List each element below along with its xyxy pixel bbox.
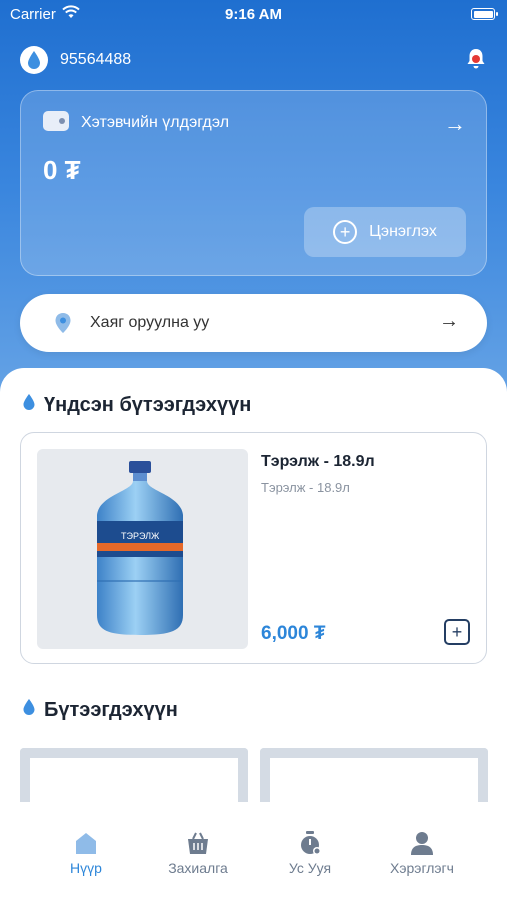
wallet-balance: 0 ₮ xyxy=(43,155,81,185)
product-image: ТЭРЭЛЖ xyxy=(37,449,248,649)
wallet-title: Хэтэвчийн үлдэгдэл xyxy=(81,114,230,131)
add-to-cart-button[interactable]: + xyxy=(444,619,470,645)
location-pin-icon xyxy=(52,311,74,340)
product-card-placeholder[interactable] xyxy=(260,748,488,808)
notification-bell-icon[interactable] xyxy=(463,46,489,72)
section-title-text: Бүтээгдэхүүн xyxy=(44,698,178,721)
clock: 9:16 AM xyxy=(225,6,282,23)
topup-button[interactable]: + Цэнэглэх xyxy=(304,207,466,257)
user-row[interactable]: 95564488 xyxy=(20,45,131,75)
tab-drink-water[interactable]: Ус Ууя xyxy=(260,828,360,876)
home-icon xyxy=(36,828,136,856)
basket-icon xyxy=(148,828,248,856)
tab-label: Хэрэглэгч xyxy=(390,860,454,876)
tab-user[interactable]: Хэрэглэгч xyxy=(372,828,472,876)
arrow-right-icon: → xyxy=(439,310,459,332)
wallet-card[interactable]: Хэтэвчийн үлдэгдэл → 0 ₮ + Цэнэглэх xyxy=(20,90,487,276)
tab-label: Ус Ууя xyxy=(288,860,332,876)
water-drop-icon xyxy=(22,698,36,722)
product-card-placeholder[interactable] xyxy=(20,748,248,808)
topup-label: Цэнэглэх xyxy=(369,223,437,240)
product-name: Тэрэлж - 18.9л xyxy=(261,453,375,470)
product-subtitle: Тэрэлж - 18.9л xyxy=(261,480,350,495)
timer-icon xyxy=(260,828,360,856)
bottle-brand-label: ТЭРЭЛЖ xyxy=(121,531,160,541)
tab-home[interactable]: Нүүр xyxy=(36,828,136,876)
products-heading: Бүтээгдэхүүн xyxy=(22,698,178,722)
battery-icon xyxy=(471,8,498,20)
tab-bar: Нүүр Захиалга Ус Ууя Хэрэглэгч xyxy=(0,802,507,900)
phone-number: 95564488 xyxy=(60,51,132,68)
water-drop-avatar-icon xyxy=(20,46,48,74)
user-icon xyxy=(372,828,472,856)
address-placeholder: Хаяг оруулна уу xyxy=(90,314,210,331)
water-drop-icon xyxy=(22,393,36,417)
product-card[interactable]: ТЭРЭЛЖ Тэрэлж - 18.9л Тэрэлж - 18.9л 6,0… xyxy=(20,432,487,664)
tab-label: Захиалга xyxy=(168,860,228,876)
main-products-heading: Үндсэн бүтээгдэхүүн xyxy=(22,393,251,417)
product-price: 6,000 ₮ xyxy=(261,623,326,644)
wallet-icon xyxy=(43,111,69,131)
plus-circle-icon: + xyxy=(333,220,358,244)
tab-orders[interactable]: Захиалга xyxy=(148,828,248,876)
section-title-text: Үндсэн бүтээгдэхүүн xyxy=(44,393,252,416)
status-bar: Carrier 9:16 AM xyxy=(0,0,507,30)
tab-label: Нүүр xyxy=(70,860,102,876)
arrow-right-icon[interactable]: → xyxy=(444,111,466,137)
address-input[interactable]: Хаяг оруулна уу → xyxy=(20,294,487,352)
